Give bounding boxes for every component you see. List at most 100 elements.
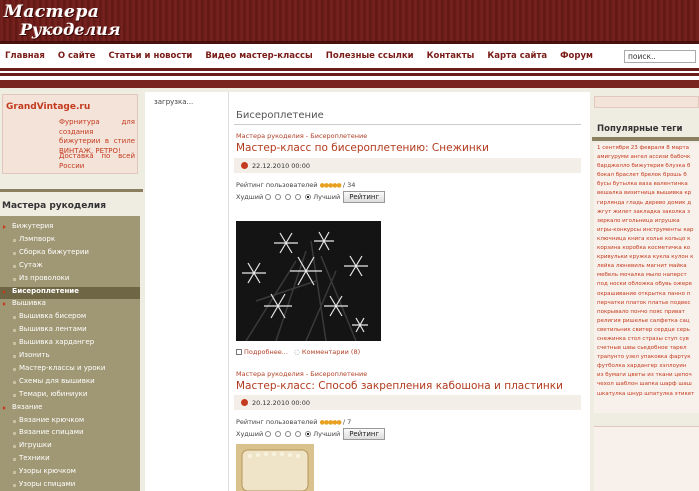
sidebar-item[interactable]: Из проволоки bbox=[8, 274, 134, 286]
right-bottom-box bbox=[594, 426, 699, 491]
article-links: Подробнее... ◌ Комментарии (8) bbox=[236, 348, 360, 356]
sidebar-item[interactable]: Изонить bbox=[8, 351, 134, 363]
sidebar-item-label: Мастер-классы и уроки bbox=[19, 364, 106, 372]
nav-about[interactable]: О сайте bbox=[58, 51, 96, 61]
rating-radio-5[interactable] bbox=[305, 431, 312, 437]
tag-line[interactable]: бусы бутылка ваза валентинка bbox=[594, 180, 699, 189]
nav-forum[interactable]: Форум bbox=[560, 51, 593, 61]
sidebar-item[interactable]: Узоры спицами bbox=[8, 480, 134, 491]
tag-line[interactable]: чехол шаблон шапка шарф шаш bbox=[594, 380, 699, 389]
sidebar-item[interactable]: Сборка бижутерии bbox=[8, 248, 134, 260]
sidebar-item-label: Узоры крючком bbox=[19, 467, 76, 475]
sidebar-item[interactable]: Схемы для вышивки bbox=[8, 377, 134, 389]
logo-line1: Мастера bbox=[4, 2, 100, 22]
rate-button[interactable]: Рейтинг bbox=[343, 191, 386, 203]
sidebar-item[interactable]: Узоры крючком bbox=[8, 467, 134, 479]
sidebar-item[interactable]: Техники bbox=[8, 454, 134, 466]
rating-radio-1[interactable] bbox=[265, 194, 272, 200]
tag-line[interactable]: кривульки кружка кукла кулон к bbox=[594, 253, 699, 262]
sidebar-item[interactable]: Темари, юбиниуки bbox=[8, 390, 134, 402]
article-date: 22.12.2010 00:00 bbox=[252, 162, 311, 170]
sidebar-item-label: Вязание спицами bbox=[19, 428, 84, 436]
rate-button[interactable]: Рейтинг bbox=[343, 428, 386, 440]
search-input[interactable]: поиск.. bbox=[624, 50, 696, 63]
tag-line[interactable]: лейка люневиль магнит майка bbox=[594, 262, 699, 271]
sidebar-item[interactable]: Игрушки bbox=[8, 441, 134, 453]
tag-line[interactable]: покрывало пончо пояс приват bbox=[594, 308, 699, 317]
rating-radio-3[interactable] bbox=[285, 431, 292, 437]
sidebar-item[interactable]: Вышивка лентами bbox=[8, 325, 134, 337]
comments-link[interactable]: Комментарии (8) bbox=[302, 348, 360, 356]
nav-links[interactable]: Полезные ссылки bbox=[326, 51, 414, 61]
nav-articles[interactable]: Статьи и новости bbox=[108, 51, 192, 61]
tag-line[interactable]: футболка хардангер хэллоуин bbox=[594, 362, 699, 371]
sidebar-item[interactable]: Бижутерия bbox=[0, 222, 140, 234]
sidebar-item-label: Темари, юбиниуки bbox=[19, 390, 88, 398]
sidebar-item-label: Схемы для вышивки bbox=[19, 377, 95, 385]
rating-radio-3[interactable] bbox=[285, 194, 292, 200]
ad-banner[interactable]: GrandVintage.ru Фурнитура для создания б… bbox=[2, 94, 138, 174]
tag-line[interactable]: под носки обложка обувь ожере bbox=[594, 280, 699, 289]
tag-line[interactable]: бокал браслет брелок брошь б bbox=[594, 171, 699, 180]
rating-summary: Рейтинг пользователей ●●●●● / 34 bbox=[236, 181, 355, 189]
sidebar-item[interactable]: Вышивка bbox=[0, 299, 140, 311]
read-more-link[interactable]: Подробнее... bbox=[244, 348, 288, 356]
ad-text[interactable]: Фурнитура для создания бижутерии в стиле… bbox=[59, 118, 135, 156]
tag-line[interactable]: 1 сентября 23 февраля 8 марта bbox=[594, 144, 699, 153]
loading-text: загрузка... bbox=[154, 98, 194, 106]
article-title[interactable]: Мастер-класс по бисероплетению: Снежинки bbox=[236, 142, 489, 154]
tag-line[interactable]: религия ришелье салфетка сац bbox=[594, 317, 699, 326]
tag-line[interactable]: снежинка стол стразы ступ сув bbox=[594, 335, 699, 344]
rating-radio-1[interactable] bbox=[265, 431, 272, 437]
cabochon-photo[interactable] bbox=[236, 444, 314, 491]
sidebar-divider bbox=[0, 189, 143, 192]
sidebar-item[interactable]: Вязание спицами bbox=[8, 428, 134, 440]
sidebar-item[interactable]: Лэмпворк bbox=[8, 235, 134, 247]
title-underline bbox=[234, 124, 581, 125]
tag-line[interactable]: вешалка визитница вышивка кр bbox=[594, 189, 699, 198]
sidebar-item[interactable]: Бисероплетение bbox=[0, 287, 140, 299]
rating-radio-5[interactable] bbox=[305, 194, 312, 200]
sidebar-item-label: Сутаж bbox=[19, 261, 43, 269]
tag-line[interactable]: счетные швы сьедобное тарел bbox=[594, 344, 699, 353]
sidebar-item[interactable]: Сутаж bbox=[8, 261, 134, 273]
tag-line[interactable]: трапунто узел упаковка фартук bbox=[594, 353, 699, 362]
snowflakes-photo[interactable] bbox=[236, 221, 381, 341]
nav-video[interactable]: Видео мастер-классы bbox=[205, 51, 312, 61]
rating-radio-4[interactable] bbox=[295, 194, 302, 200]
tag-line[interactable]: корзина коробка косметичка ко bbox=[594, 244, 699, 253]
sidebar-item[interactable]: Вышивка хардангер bbox=[8, 338, 134, 350]
tag-line[interactable]: перчатки платок платье подвес bbox=[594, 299, 699, 308]
nav-sitemap[interactable]: Карта сайта bbox=[487, 51, 547, 61]
ad-title[interactable]: GrandVintage.ru bbox=[6, 102, 90, 112]
rating-radio-2[interactable] bbox=[275, 194, 282, 200]
tag-line[interactable]: окрашивание открытка панно п bbox=[594, 290, 699, 299]
more-icon bbox=[236, 349, 242, 355]
nav-home[interactable]: Главная bbox=[5, 51, 45, 61]
tag-line[interactable]: из бумаги цветы из ткани цепоч bbox=[594, 371, 699, 380]
tag-line[interactable]: светильник свитер сердце серь bbox=[594, 326, 699, 335]
nav-contacts[interactable]: Контакты bbox=[427, 51, 475, 61]
sidebar-item[interactable]: Вязание крючком bbox=[8, 416, 134, 428]
site-logo[interactable]: Мастера Рукоделия bbox=[2, 0, 120, 44]
rating-radio-4[interactable] bbox=[295, 431, 302, 437]
article-breadcrumb[interactable]: Мастера рукоделия - Бисероплетение bbox=[236, 370, 367, 378]
article-title[interactable]: Мастер-класс: Способ закрепления кабошон… bbox=[236, 380, 563, 392]
tag-line[interactable]: мебель мочалка мыло наперст bbox=[594, 271, 699, 280]
rating-radio-2[interactable] bbox=[275, 431, 282, 437]
sidebar-item[interactable]: Мастер-классы и уроки bbox=[8, 364, 134, 376]
tag-line[interactable]: жгут жилет закладка заколка з bbox=[594, 208, 699, 217]
arrow-right-icon bbox=[3, 225, 6, 229]
tag-line[interactable]: амигуруми ангел ассизи бабочк bbox=[594, 153, 699, 162]
tag-line[interactable]: гирлянда гладь дерево домик д bbox=[594, 199, 699, 208]
tag-line[interactable]: игры-конкурсы инструменты кар bbox=[594, 226, 699, 235]
best-label: Лучший bbox=[313, 193, 341, 201]
article-breadcrumb[interactable]: Мастера рукоделия - Бисероплетение bbox=[236, 132, 367, 140]
sidebar-item[interactable]: Вышивка бисером bbox=[8, 312, 134, 324]
sidebar-item[interactable]: Вязание bbox=[0, 403, 140, 415]
tag-line[interactable]: барджелло бижутерия блузка б bbox=[594, 162, 699, 171]
ad-text-delivery[interactable]: Доставка по всей России bbox=[59, 152, 135, 171]
tag-line[interactable]: зеркало игольница игрушка bbox=[594, 217, 699, 226]
tag-line[interactable]: ключница книга колье кольцо к bbox=[594, 235, 699, 244]
tag-line[interactable]: шкатулка шнур шпатулка этикет bbox=[594, 390, 699, 399]
